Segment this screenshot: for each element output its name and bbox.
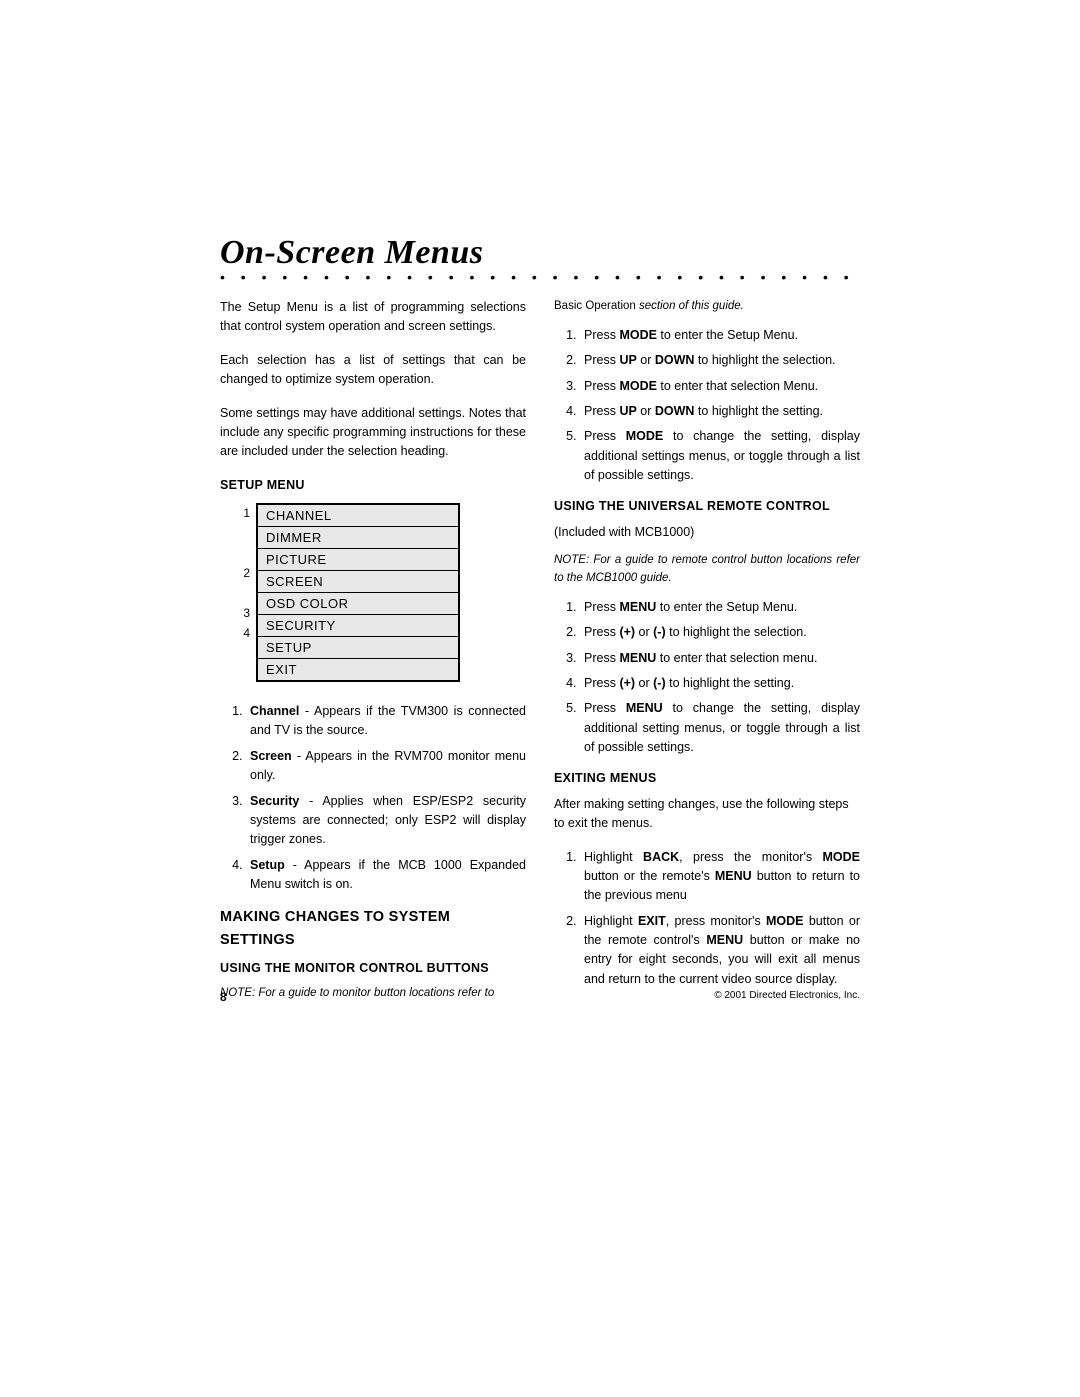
step-item: Press MODE to enter that selection Menu. — [580, 377, 860, 396]
step-item: Press MODE to change the setting, displa… — [580, 427, 860, 485]
note-continued: Basic Operation section of this guide. — [554, 298, 860, 316]
menu-row-numbers: 1234 — [238, 503, 250, 682]
step-item: Press UP or DOWN to highlight the settin… — [580, 402, 860, 421]
setup-menu-diagram: 1234 CHANNELDIMMERPICTURESCREENOSD COLOR… — [238, 503, 526, 682]
using-remote-heading: USING THE UNIVERSAL REMOTE CONTROL — [554, 497, 860, 516]
page-title: On-Screen Menus — [220, 234, 483, 271]
menu-row: SECURITY — [258, 615, 458, 637]
menu-table: CHANNELDIMMERPICTURESCREENOSD COLORSECUR… — [256, 503, 460, 682]
intro-para-1: The Setup Menu is a list of programming … — [220, 298, 526, 337]
step-item: Press MENU to enter that selection menu. — [580, 649, 860, 668]
remote-steps-list: Press MENU to enter the Setup Menu. Press… — [554, 598, 860, 758]
columns: The Setup Menu is a list of programming … — [220, 298, 860, 1013]
copyright: © 2001 Directed Electronics, Inc. — [714, 990, 860, 1004]
step-item: Press (+) or (-) to highlight the settin… — [580, 674, 860, 693]
step-item: Highlight EXIT, press monitor's MODE but… — [580, 912, 860, 990]
exit-steps-list: Highlight BACK, press the monitor's MODE… — [554, 848, 860, 990]
menu-notes-list: Channel - Appears if the TVM300 is conne… — [220, 702, 526, 894]
intro-para-2: Each selection has a list of settings th… — [220, 351, 526, 390]
menu-row: EXIT — [258, 659, 458, 680]
making-changes-heading: MAKING CHANGES TO SYSTEM SETTINGS — [220, 906, 526, 951]
exiting-intro: After making setting changes, use the fo… — [554, 795, 860, 834]
step-item: Press UP or DOWN to highlight the select… — [580, 351, 860, 370]
title-row: On-Screen Menus — [220, 234, 860, 272]
using-monitor-heading: USING THE MONITOR CONTROL BUTTONS — [220, 959, 526, 978]
included-note: (Included with MCB1000) — [554, 523, 860, 542]
left-column: The Setup Menu is a list of programming … — [220, 298, 526, 1013]
step-item: Press (+) or (-) to highlight the select… — [580, 623, 860, 642]
remote-note: NOTE: For a guide to remote control butt… — [554, 552, 860, 588]
page-content: On-Screen Menus • • • • • • • • • • • • … — [220, 234, 860, 1013]
exiting-heading: EXITING MENUS — [554, 769, 860, 788]
menu-note-item: Security - Applies when ESP/ESP2 securit… — [246, 792, 526, 850]
menu-row: DIMMER — [258, 527, 458, 549]
menu-note-item: Channel - Appears if the TVM300 is conne… — [246, 702, 526, 741]
monitor-steps-list: Press MODE to enter the Setup Menu. Press… — [554, 326, 860, 486]
step-item: Press MENU to enter the Setup Menu. — [580, 598, 860, 617]
menu-note-item: Setup - Appears if the MCB 1000 Expanded… — [246, 856, 526, 895]
step-item: Highlight BACK, press the monitor's MODE… — [580, 848, 860, 906]
menu-row: OSD COLOR — [258, 593, 458, 615]
menu-row: SCREEN — [258, 571, 458, 593]
menu-note-item: Screen - Appears in the RVM700 monitor m… — [246, 747, 526, 786]
setup-menu-heading: SETUP MENU — [220, 476, 526, 495]
page-footer: 8 © 2001 Directed Electronics, Inc. — [220, 990, 860, 1004]
step-item: Press MENU to change the setting, displa… — [580, 699, 860, 757]
menu-row: PICTURE — [258, 549, 458, 571]
page-number: 8 — [220, 990, 227, 1004]
menu-row: SETUP — [258, 637, 458, 659]
menu-row: CHANNEL — [258, 505, 458, 527]
intro-para-3: Some settings may have additional settin… — [220, 404, 526, 462]
title-dots: • • • • • • • • • • • • • • • • • • • • … — [220, 274, 860, 280]
right-column: Basic Operation section of this guide. P… — [554, 298, 860, 1013]
step-item: Press MODE to enter the Setup Menu. — [580, 326, 860, 345]
